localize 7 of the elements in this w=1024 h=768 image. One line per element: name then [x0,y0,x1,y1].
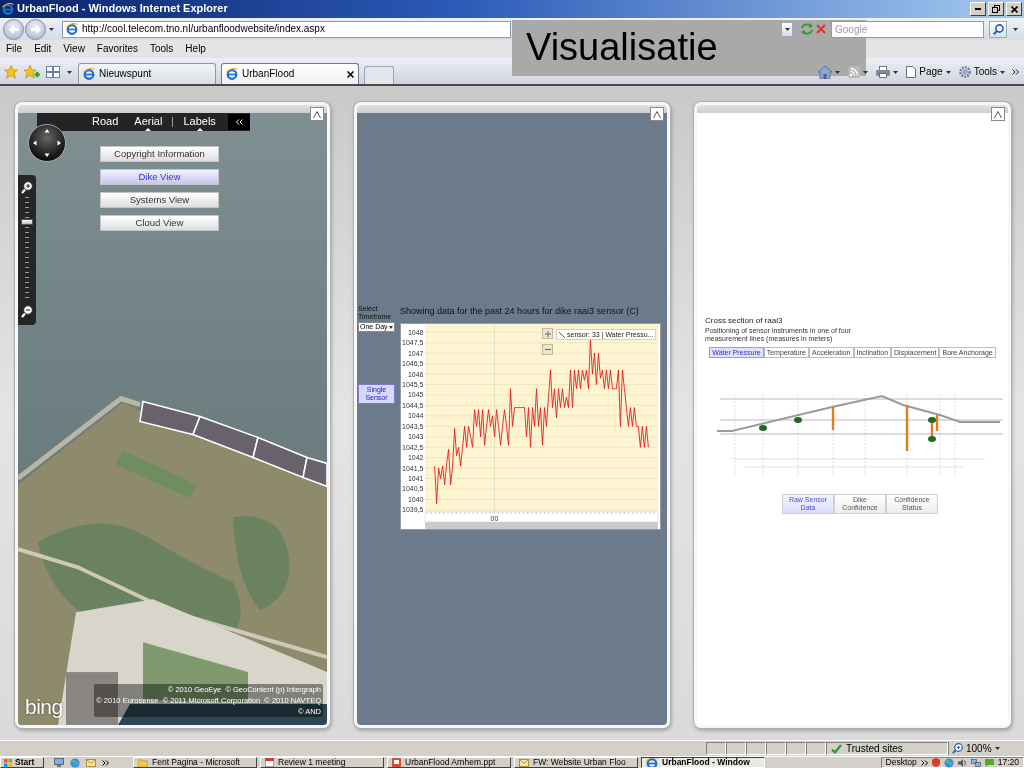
map-provider-logo: bing [25,696,63,718]
window-title: UrbanFlood - Windows Internet Explorer [17,2,228,16]
clock: 17:20 [997,757,1019,768]
cross-section-title: Cross section of raai3 [705,316,784,325]
desktop-toolbar-label: Desktop [885,757,917,768]
chart-title: Showing data for the past 24 hours for dike raai3 sensor (C) [400,305,640,317]
zone-label: Trusted sites [846,742,903,755]
